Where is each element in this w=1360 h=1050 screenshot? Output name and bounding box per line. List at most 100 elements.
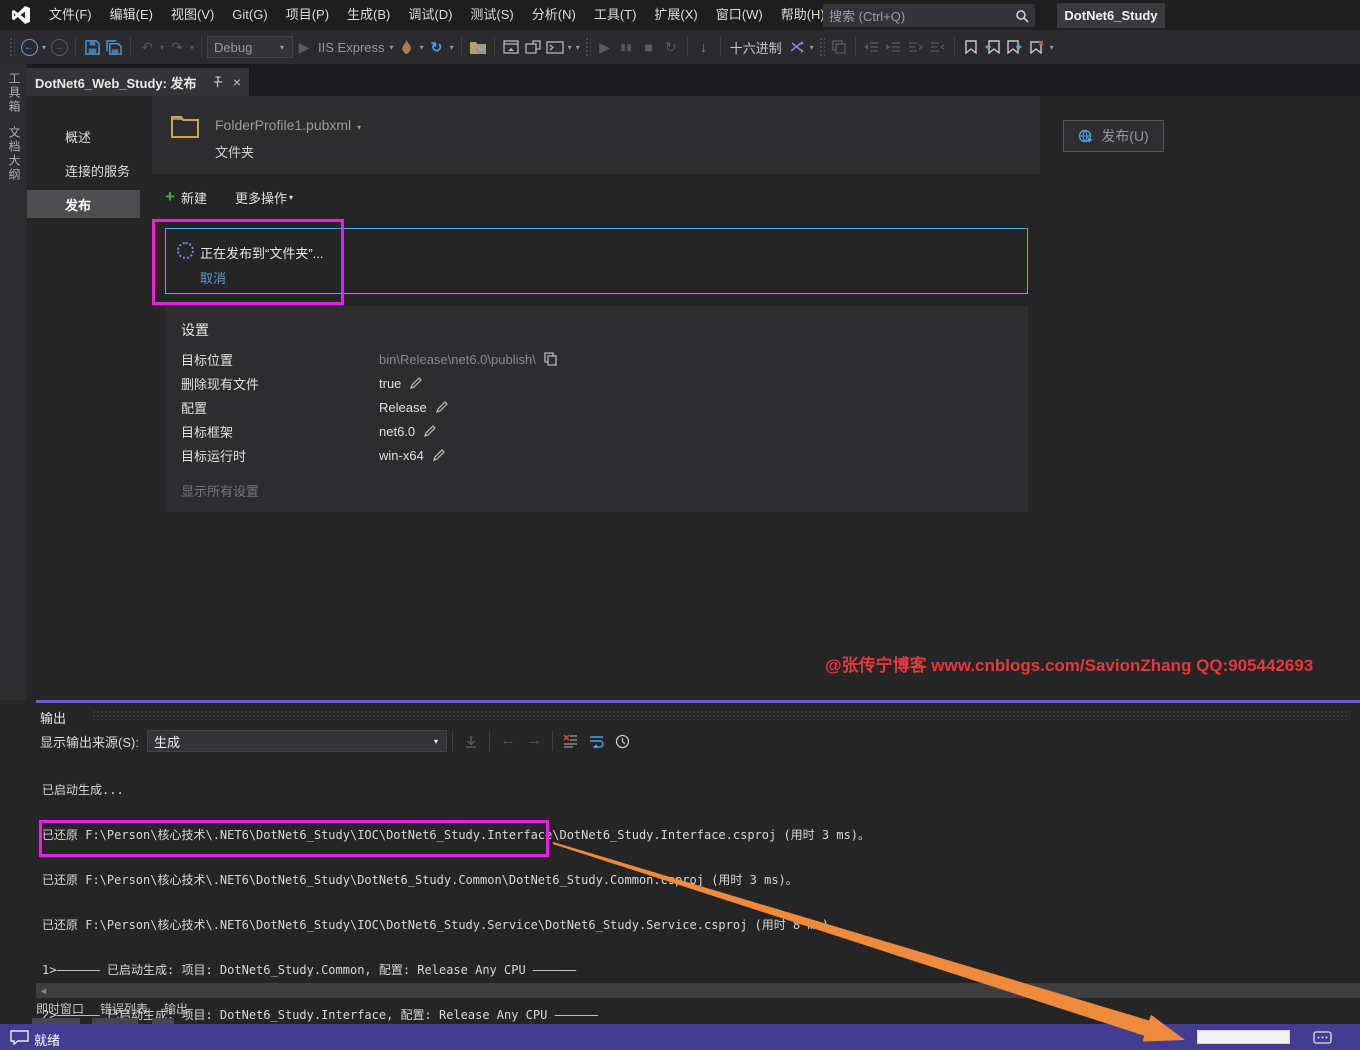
menu-analyze[interactable]: 分析(N) bbox=[523, 0, 585, 30]
undo-dropdown-caret[interactable]: ▾ bbox=[160, 43, 164, 52]
show-all-settings-link[interactable]: 显示所有设置 bbox=[181, 481, 259, 500]
toolbar-grip[interactable] bbox=[9, 37, 15, 57]
save-all-button[interactable] bbox=[104, 35, 124, 59]
menu-debug[interactable]: 调试(D) bbox=[399, 0, 461, 30]
next-bookmark-button[interactable] bbox=[1005, 35, 1025, 59]
navigate-forward-button[interactable]: → bbox=[49, 35, 69, 59]
bookmark-overflow-caret[interactable]: ▾ bbox=[1050, 43, 1054, 52]
toolbar-grip[interactable] bbox=[819, 37, 825, 57]
profile-name-dropdown[interactable]: FolderProfile1.pubxml ▾ bbox=[215, 117, 363, 133]
menu-window[interactable]: 窗口(W) bbox=[707, 0, 772, 30]
decrease-indent-button[interactable] bbox=[862, 35, 882, 59]
notifications-icon[interactable] bbox=[1313, 1031, 1332, 1044]
redo-button[interactable]: ↷ bbox=[167, 35, 187, 59]
window-layout-button[interactable] bbox=[523, 35, 543, 59]
tab-output[interactable]: 输出 bbox=[164, 1000, 188, 1017]
solution-configuration-dropdown[interactable]: Debug ▾ bbox=[207, 36, 293, 58]
increase-indent-button[interactable] bbox=[884, 35, 904, 59]
setting-label: 目标位置 bbox=[181, 350, 379, 369]
word-wrap-button[interactable] bbox=[585, 730, 609, 752]
copy-icon[interactable] bbox=[544, 352, 557, 366]
nav-item-connected-services[interactable]: 连接的服务 bbox=[27, 156, 140, 184]
tab-immediate-window[interactable]: 即时窗口 bbox=[36, 1000, 84, 1017]
output-line: 2>—————— 已启动生成: 项目: DotNet6_Study.Interf… bbox=[42, 1008, 1352, 1023]
uncomment-selection-button[interactable] bbox=[928, 35, 948, 59]
menu-git[interactable]: Git(G) bbox=[223, 0, 276, 30]
debug-toolbar-overflow-caret[interactable]: ▾ bbox=[810, 43, 814, 52]
comment-selection-button[interactable] bbox=[906, 35, 926, 59]
left-tool-strip: 工具箱 文档大纲 bbox=[0, 64, 27, 700]
restart-app-button[interactable]: ↻ bbox=[427, 35, 447, 59]
cancel-publish-link[interactable]: 取消 bbox=[200, 268, 226, 287]
restart-caret[interactable]: ▾ bbox=[450, 43, 454, 52]
save-button[interactable] bbox=[82, 35, 102, 59]
hot-reload-caret[interactable]: ▾ bbox=[420, 43, 424, 52]
run-profile-label[interactable]: IIS Express bbox=[318, 40, 384, 55]
menu-extensions[interactable]: 扩展(X) bbox=[645, 0, 706, 30]
feedback-icon[interactable] bbox=[10, 1030, 29, 1045]
visual-studio-logo-icon[interactable] bbox=[10, 5, 32, 25]
output-horizontal-scrollbar[interactable]: ◄ bbox=[36, 983, 1360, 998]
output-source-dropdown[interactable]: 生成 ▾ bbox=[147, 730, 447, 752]
terminal-button[interactable] bbox=[545, 35, 565, 59]
edit-pencil-icon[interactable] bbox=[432, 448, 446, 462]
pin-tab-icon[interactable] bbox=[211, 76, 223, 88]
clear-bookmarks-button[interactable] bbox=[1027, 35, 1047, 59]
panel-drag-texture[interactable] bbox=[92, 710, 1350, 720]
start-debug-play-icon[interactable]: ▶ bbox=[294, 35, 314, 59]
hot-reload-button[interactable] bbox=[397, 35, 417, 59]
redo-dropdown-caret[interactable]: ▾ bbox=[190, 43, 194, 52]
find-in-solution-explorer-button[interactable] bbox=[468, 35, 488, 59]
previous-bookmark-button[interactable] bbox=[983, 35, 1003, 59]
search-icon[interactable] bbox=[1015, 9, 1029, 23]
hexadecimal-toggle-button[interactable]: 十六进制 bbox=[730, 38, 782, 57]
next-message-button[interactable]: → bbox=[522, 730, 546, 752]
pause-button[interactable]: ▮▮ bbox=[617, 35, 637, 59]
menu-file[interactable]: 文件(F) bbox=[40, 0, 101, 30]
clear-all-output-button[interactable] bbox=[559, 730, 583, 752]
menu-edit[interactable]: 编辑(E) bbox=[101, 0, 162, 30]
document-tab-publish[interactable]: DotNet6_Web_Study: 发布 × bbox=[27, 68, 249, 96]
undo-button[interactable]: ↶ bbox=[137, 35, 157, 59]
quick-search-input[interactable]: 搜索 (Ctrl+Q) bbox=[823, 4, 1035, 27]
document-tab-title: DotNet6_Web_Study: 发布 bbox=[35, 73, 211, 92]
previous-message-button[interactable]: ← bbox=[496, 730, 520, 752]
continue-button[interactable]: ▶ bbox=[595, 35, 615, 59]
close-tab-icon[interactable]: × bbox=[233, 74, 241, 90]
show-threads-button[interactable] bbox=[787, 35, 807, 59]
copy-parallel-stacks-button[interactable] bbox=[829, 35, 849, 59]
toggle-bookmark-button[interactable] bbox=[961, 35, 981, 59]
menu-test[interactable]: 测试(S) bbox=[461, 0, 522, 30]
toolbar-overflow-caret[interactable]: ▾ bbox=[576, 43, 580, 52]
step-into-button[interactable]: ↓ bbox=[694, 35, 714, 59]
panel-splitter[interactable] bbox=[36, 700, 1360, 703]
nav-item-publish[interactable]: 发布 bbox=[27, 190, 140, 218]
terminal-caret[interactable]: ▾ bbox=[568, 43, 572, 52]
edit-pencil-icon[interactable] bbox=[423, 424, 437, 438]
scroll-left-arrow-icon[interactable]: ◄ bbox=[39, 986, 48, 996]
toolbar-grip[interactable] bbox=[585, 37, 591, 57]
nav-item-overview[interactable]: 概述 bbox=[27, 122, 140, 150]
menu-project[interactable]: 项目(P) bbox=[277, 0, 338, 30]
more-actions-button[interactable]: 更多操作 ▾ bbox=[235, 188, 295, 207]
document-outline-vertical-tab[interactable]: 文档大纲 bbox=[6, 126, 23, 182]
publish-button[interactable]: 发布(U) bbox=[1063, 120, 1164, 152]
edit-pencil-icon[interactable] bbox=[435, 400, 449, 414]
home-window-button[interactable] bbox=[501, 35, 521, 59]
stop-button[interactable]: ■ bbox=[639, 35, 659, 59]
spinner-icon bbox=[177, 242, 194, 259]
menu-view[interactable]: 视图(V) bbox=[162, 0, 223, 30]
navigate-back-button[interactable]: ← bbox=[19, 35, 39, 59]
goto-message-button[interactable] bbox=[459, 730, 483, 752]
tab-error-list[interactable]: 错误列表 bbox=[100, 1000, 148, 1017]
setting-label: 目标框架 bbox=[181, 422, 379, 441]
menu-build[interactable]: 生成(B) bbox=[338, 0, 399, 30]
menu-tools[interactable]: 工具(T) bbox=[585, 0, 646, 30]
toolbox-vertical-tab[interactable]: 工具箱 bbox=[6, 72, 23, 114]
back-dropdown-caret[interactable]: ▾ bbox=[42, 43, 46, 52]
new-profile-button[interactable]: + 新建 bbox=[165, 187, 207, 207]
edit-pencil-icon[interactable] bbox=[409, 376, 423, 390]
run-profile-caret[interactable]: ▾ bbox=[390, 43, 394, 52]
timestamp-clock-button[interactable] bbox=[611, 730, 635, 752]
restart-debug-button[interactable]: ↻ bbox=[661, 35, 681, 59]
